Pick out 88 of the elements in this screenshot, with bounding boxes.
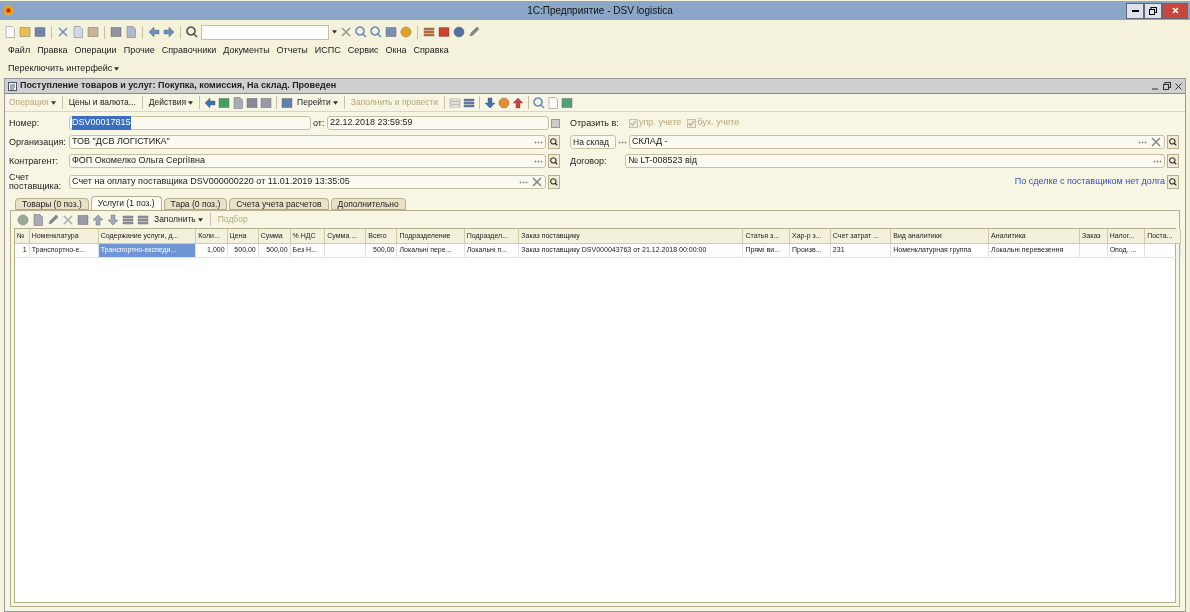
tab[interactable]: Дополнительно xyxy=(330,198,406,210)
field-label: от: xyxy=(313,118,325,128)
search-button[interactable] xyxy=(548,135,560,149)
input-field[interactable]: Счет на оплату поставщика DSV000000220 от 11.01.2019 13:35:05 xyxy=(69,175,546,189)
minimize-icon xyxy=(1131,9,1139,12)
field-label: Контрагент: xyxy=(9,156,60,166)
menu-item[interactable]: Правка xyxy=(37,44,68,58)
edit-icon[interactable] xyxy=(47,213,59,226)
new-document-icon[interactable] xyxy=(4,26,16,38)
input-field[interactable]: DSV00017815 xyxy=(69,116,311,130)
search-icon xyxy=(550,157,558,165)
caret-icon xyxy=(114,67,120,71)
tab[interactable]: Тара (0 поз.) xyxy=(163,198,228,210)
ellipsis-icon[interactable] xyxy=(1138,140,1147,144)
move-up-icon[interactable] xyxy=(92,213,104,226)
search-icon xyxy=(1169,138,1177,146)
search-button[interactable] xyxy=(1167,135,1179,149)
interface-switch-menu[interactable]: Переключить интерфейс xyxy=(8,62,120,76)
checkbox-label: упр. учете xyxy=(639,116,682,130)
toolbar-button[interactable]: Цены и валюта... xyxy=(66,95,138,110)
restore-icon xyxy=(1149,6,1157,15)
caret-icon xyxy=(332,100,338,105)
minimize-button[interactable] xyxy=(1126,2,1144,19)
delete-icon[interactable] xyxy=(62,213,74,226)
menu-item[interactable]: Отчеты xyxy=(276,44,308,58)
tab[interactable]: Счета учета расчетов xyxy=(229,198,329,210)
ellipsis-icon[interactable] xyxy=(519,180,528,184)
menu-item[interactable]: Документы xyxy=(223,44,270,58)
tab[interactable]: Услуги (1 поз.) xyxy=(90,196,162,210)
caret-icon xyxy=(188,100,194,105)
search-icon xyxy=(1169,157,1177,165)
menu-button[interactable]: Заполнить xyxy=(152,212,205,227)
ellipsis-icon[interactable] xyxy=(618,140,627,144)
debt-link[interactable]: По сделке с поставщиком нет долга xyxy=(1014,175,1165,189)
window-title: 1С:Предприятие - DSV logistica xyxy=(526,4,674,18)
checkbox-label: бух. учете xyxy=(697,116,740,130)
search-button[interactable] xyxy=(1167,175,1179,189)
menu-item[interactable]: ИСПС xyxy=(314,44,341,58)
clear-icon[interactable] xyxy=(531,176,543,188)
search-icon xyxy=(1169,178,1177,186)
menu-item[interactable]: Окна xyxy=(385,44,407,58)
input-field[interactable]: ФОП Окомелко Ольга Сергіївна xyxy=(69,154,546,168)
search-button[interactable] xyxy=(548,175,560,189)
field-label: Организация: xyxy=(9,137,67,147)
search-button[interactable] xyxy=(548,154,560,168)
menu-item[interactable]: Файл xyxy=(8,44,31,58)
menu-item[interactable]: Операции xyxy=(74,44,117,58)
redo-icon[interactable] xyxy=(163,26,175,38)
restore-icon[interactable] xyxy=(1163,82,1171,90)
menu-item[interactable]: Справка xyxy=(413,44,449,58)
input-field[interactable]: № LT-008523 від xyxy=(625,154,1165,168)
caret-icon xyxy=(332,30,337,34)
search-button[interactable] xyxy=(1167,154,1179,168)
clear-icon[interactable] xyxy=(1150,136,1162,148)
caret-icon xyxy=(50,100,56,105)
arrow-left-icon[interactable] xyxy=(204,96,217,109)
menu-button[interactable]: Перейти xyxy=(295,95,340,110)
document-icon xyxy=(8,81,17,91)
menu-item[interactable]: Сервис xyxy=(347,44,379,58)
menu-item[interactable]: Прочие xyxy=(123,44,155,58)
close-icon[interactable] xyxy=(1175,82,1182,90)
menu-button[interactable]: Действия xyxy=(146,95,196,110)
field-label: Счет поставщика: xyxy=(9,173,63,191)
undo-icon[interactable] xyxy=(148,26,160,38)
input-field[interactable]: 22.12.2018 23:59:59 xyxy=(327,116,549,130)
ellipsis-icon[interactable] xyxy=(534,159,543,163)
ellipsis-icon[interactable] xyxy=(534,140,543,144)
search-icon xyxy=(550,178,558,186)
restore-button[interactable] xyxy=(1144,2,1162,19)
ellipsis-icon[interactable] xyxy=(1153,159,1162,163)
search-icon xyxy=(550,138,558,146)
input-field[interactable]: ТОВ "ДСВ ЛОГІСТИКА" xyxy=(69,135,546,149)
app-logo-icon xyxy=(3,5,14,16)
move-down-icon[interactable] xyxy=(107,213,119,226)
input-field[interactable]: СКЛАД - xyxy=(629,135,1165,149)
search-field[interactable] xyxy=(201,24,329,40)
field-label: Отразить в: xyxy=(570,118,620,128)
field-label: Договор: xyxy=(570,156,608,166)
tab[interactable]: Товары (0 поз.) xyxy=(15,198,89,210)
close-button[interactable] xyxy=(1162,2,1188,19)
field-label: Номер: xyxy=(9,118,41,128)
clear-icon[interactable] xyxy=(340,26,352,38)
menu-item[interactable]: Справочники xyxy=(161,44,217,58)
close-icon xyxy=(1171,7,1179,14)
caret-icon xyxy=(197,217,203,222)
document-title: Поступление товаров и услуг: Покупка, комиссия, На склад. Проведен xyxy=(20,79,337,93)
warehouse-kind-field[interactable]: На склад xyxy=(570,135,616,149)
search-icon[interactable] xyxy=(186,26,198,38)
